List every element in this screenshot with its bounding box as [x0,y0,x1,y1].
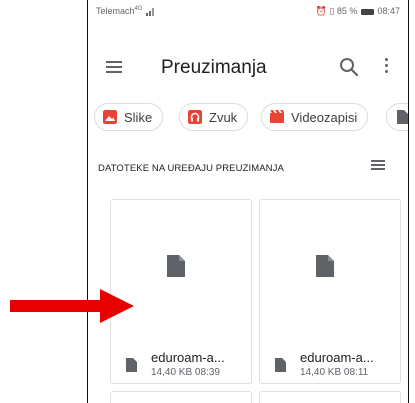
app-bar: Preuzimanja [88,46,408,86]
battery-percent: 85 % [336,6,358,16]
audio-icon [188,110,202,124]
battery-icon [360,8,374,15]
more-options-icon[interactable] [381,58,391,76]
vibrate-icon: ▯ [329,6,335,16]
file-card-partial[interactable] [110,391,252,403]
file-thumbnail-icon [167,255,185,277]
carrier-label: Telemach4G [96,6,155,16]
file-info: eduroam-a... 14,40 KB 08:11 [275,348,400,378]
chip-slike[interactable]: Slike [94,103,164,131]
chip-label: Videozapisi [291,109,358,125]
status-right: ⏰ ▯ 85 % 08:47 [316,6,400,17]
document-icon [397,110,408,124]
chip-zvuk[interactable]: Zvuk [179,103,249,131]
chip-videozapisi[interactable]: Videozapisi [261,103,369,131]
network-type: 4G [134,6,143,12]
list-view-icon[interactable] [371,160,385,172]
file-meta: 14,40 KB 08:39 [151,367,220,378]
page-title: Preuzimanja [161,57,267,78]
file-card[interactable]: eduroam-a... 14,40 KB 08:11 [259,199,401,384]
file-name: eduroam-a... [151,350,225,365]
chip-label: Zvuk [209,109,238,125]
phone-screen: Telemach4G ⏰ ▯ 85 % 08:47 Preuzimanja Sl… [87,0,409,403]
filter-chips: Slike Zvuk Videozapisi [88,103,408,133]
image-icon [103,110,117,124]
file-info: eduroam-a... 14,40 KB 08:39 [126,348,251,378]
file-icon [126,358,137,372]
alarm-icon: ⏰ [315,6,327,16]
section-header: DATOTEKE NA UREĐAJU PREUZIMANJA [98,163,284,174]
menu-icon[interactable] [106,61,122,73]
chip-label: Slike [124,109,153,125]
file-thumbnail-icon [316,255,334,277]
file-meta: 14,40 KB 08:11 [300,367,369,378]
file-icon [275,358,286,372]
file-card-partial[interactable] [259,391,401,403]
clock: 08:47 [377,6,400,16]
search-icon[interactable] [337,55,361,79]
status-bar: Telemach4G ⏰ ▯ 85 % 08:47 [88,0,408,22]
file-name: eduroam-a... [300,350,374,365]
video-icon [270,110,284,123]
chip-documents-partial[interactable] [386,103,408,131]
red-arrow-annotation [10,289,134,323]
signal-icon [146,8,155,16]
